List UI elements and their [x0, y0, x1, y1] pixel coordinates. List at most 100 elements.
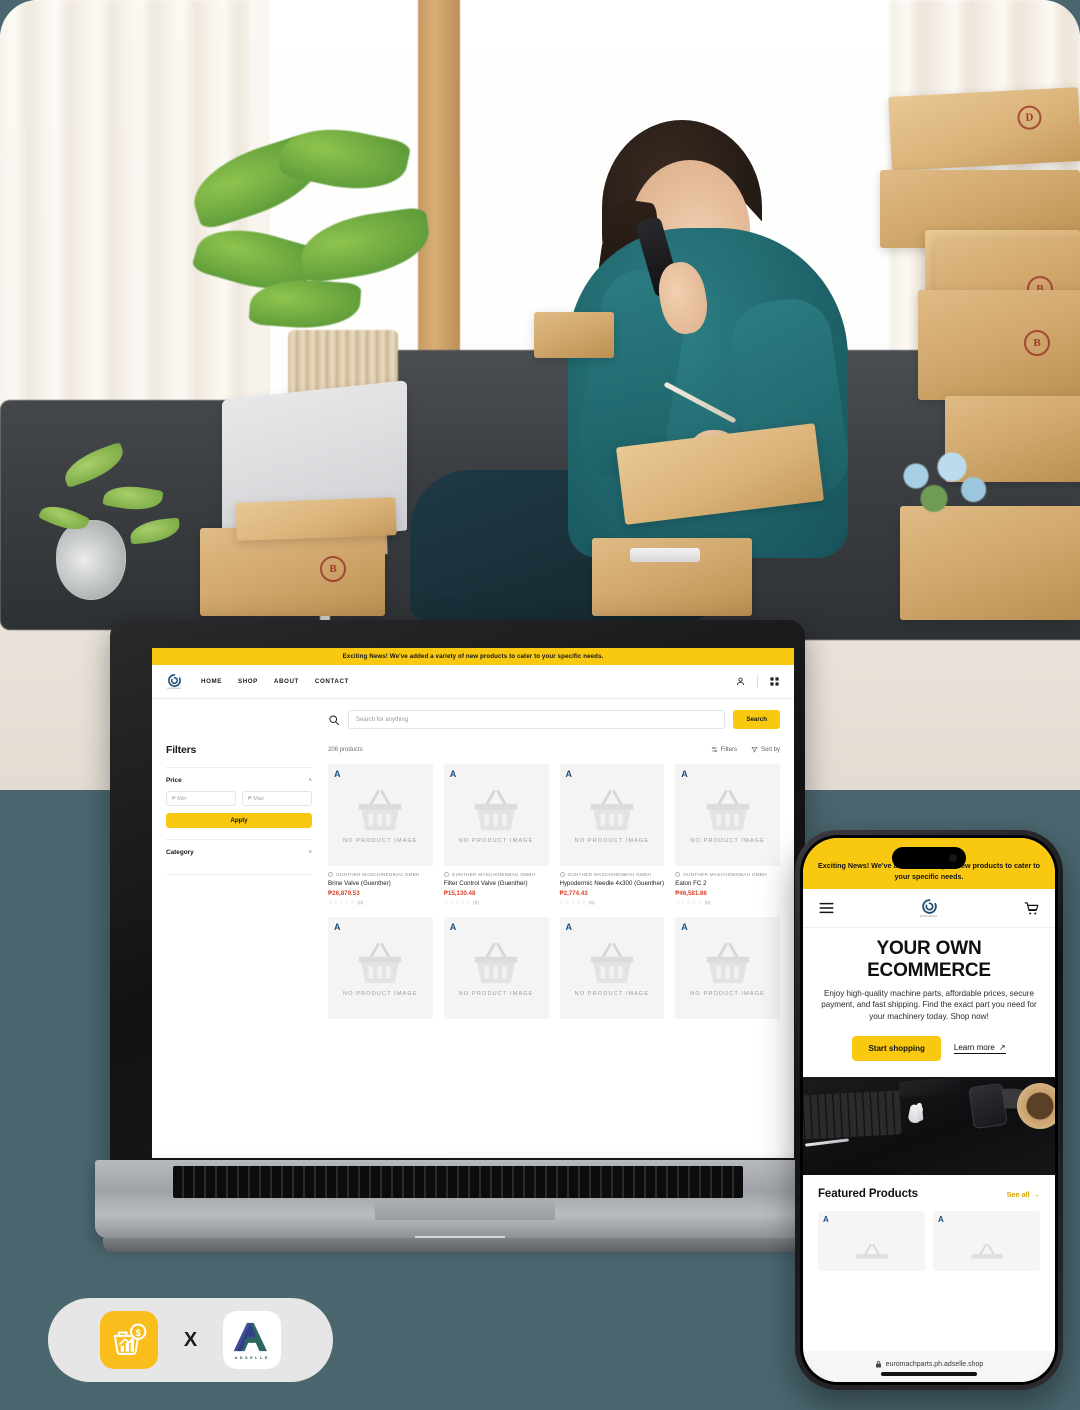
- user-icon[interactable]: [735, 676, 746, 687]
- site-logo[interactable]: EUROMACH: [166, 673, 183, 690]
- photo-box: B: [200, 528, 385, 616]
- product-meta: GUNTHER MASCHINENBAU GMBH Filter Control…: [443, 866, 549, 906]
- nav-item-shop[interactable]: SHOP: [238, 678, 258, 685]
- search-placeholder: Search for anything: [356, 716, 409, 723]
- basket-placeholder-icon: [855, 1244, 888, 1259]
- featured-products-header: Featured Products See all →: [803, 1175, 1055, 1200]
- nav-item-contact[interactable]: CONTACT: [315, 678, 349, 685]
- adselle-watermark-icon: A: [334, 769, 341, 779]
- product-card[interactable]: A NO PRODUCT IMAGE: [675, 764, 780, 906]
- adselle-wordmark: ADSELLE: [234, 1355, 270, 1360]
- laptop-trackpad: [375, 1202, 555, 1220]
- see-all-link[interactable]: See all →: [1007, 1190, 1040, 1199]
- photo-box: [534, 312, 614, 358]
- price-max-input[interactable]: ₱ Max: [242, 791, 312, 806]
- star-icon: ☆: [570, 900, 575, 907]
- product-rating: ☆ ☆ ☆ ☆ ☆ (0): [560, 900, 665, 906]
- product-card[interactable]: A NO PRODUCT IMAGE: [443, 917, 549, 1020]
- filters-control[interactable]: Filters: [711, 746, 737, 753]
- star-icon: ☆: [697, 900, 702, 907]
- product-price: ₱15,130.48: [443, 890, 476, 898]
- see-all-label: See all: [1006, 1189, 1030, 1199]
- phone-device: Exciting News! We've added a variety of …: [795, 830, 1063, 1390]
- phone-hero-heading-line1: YOUR OWN: [876, 938, 982, 960]
- no-image-label: NO PRODUCT IMAGE: [343, 991, 418, 998]
- partner-logos-pill: $ X ADSELLE: [48, 1298, 333, 1382]
- sliders-icon: [711, 746, 717, 753]
- product-rating: ☆ ☆ ☆ ☆ ☆ (0): [444, 900, 549, 906]
- product-image-placeholder: A NO PRODUCT IMAGE: [675, 917, 780, 1020]
- desk-tablet: [898, 1077, 962, 1098]
- laptop-lid: Exciting News! We've added a variety of …: [110, 620, 805, 1168]
- star-icon: ☆: [338, 900, 344, 907]
- star-icon: ☆: [328, 900, 333, 907]
- browser-url-bar[interactable]: euromachparts.ph.adselle.shop: [803, 1351, 1055, 1382]
- phone-screen: Exciting News! We've added a variety of …: [803, 838, 1055, 1382]
- sort-by-control[interactable]: Sort by: [751, 746, 780, 753]
- product-price: ₱26,879.53: [328, 890, 360, 898]
- phone-desk-image: [803, 1077, 1055, 1176]
- review-count: (0): [588, 900, 595, 906]
- phone-site-logo[interactable]: EUROMACH: [920, 898, 937, 918]
- featured-product-card[interactable]: A: [818, 1211, 925, 1272]
- product-card[interactable]: A NO PRODUCT IMAGE: [328, 764, 433, 906]
- no-image-label: NO PRODUCT IMAGE: [574, 991, 650, 998]
- no-image-label: NO PRODUCT IMAGE: [690, 991, 765, 998]
- product-meta: GUNTHER MASCHINENBAU GMBH Hypodermic Nee…: [559, 866, 665, 906]
- apply-filters-button[interactable]: Apply: [166, 813, 312, 828]
- product-name: Brine Valve (Guenther): [328, 880, 391, 887]
- search-input[interactable]: Search for anything: [348, 710, 726, 729]
- basket-placeholder-icon: [970, 1244, 1003, 1259]
- photo-box-badge: B: [320, 556, 346, 582]
- laptop-device: Exciting News! We've added a variety of …: [95, 620, 820, 1280]
- vendor-badge-icon: [443, 872, 449, 877]
- vendor-badge-icon: [675, 872, 681, 877]
- gear-circle-icon: [168, 674, 181, 687]
- price-range-inputs: ₱ Min ₱ Max: [166, 791, 312, 806]
- basket-placeholder-icon: [474, 943, 518, 984]
- review-count: (0): [473, 900, 480, 906]
- phone-hero-actions: Start shopping Learn more ↗: [816, 1036, 1042, 1062]
- star-icon: ☆: [575, 900, 581, 907]
- featured-product-card[interactable]: A: [933, 1211, 1040, 1272]
- nav-item-about[interactable]: ABOUT: [274, 678, 299, 685]
- product-card[interactable]: A NO PRODUCT IMAGE: [328, 917, 433, 1020]
- star-icon: ☆: [449, 900, 454, 907]
- learn-more-link[interactable]: Learn more ↗: [953, 1043, 1006, 1055]
- shopping-cart-icon[interactable]: [1024, 901, 1039, 916]
- product-card[interactable]: A NO PRODUCT IMAGE: [443, 764, 549, 906]
- product-rating: ☆ ☆ ☆ ☆ ☆ (0): [675, 900, 780, 906]
- nav-item-home[interactable]: HOME: [201, 678, 222, 685]
- product-image-placeholder: A NO PRODUCT IMAGE: [443, 917, 549, 1020]
- product-vendor: GUNTHER MASCHINENBAU GMBH: [559, 872, 665, 877]
- product-vendor: GUNTHER MASCHINENBAU GMBH: [328, 872, 433, 877]
- chevron-up-icon: ˄: [308, 777, 312, 784]
- filter-section-price[interactable]: Price ˄: [166, 768, 312, 791]
- product-name: Hypodermic Needle 4x300 (Guenther): [559, 880, 665, 887]
- product-price: ₱46,581.86: [675, 890, 707, 898]
- dynamic-island: [892, 847, 966, 869]
- vendor-name: GUNTHER MASCHINENBAU GMBH: [567, 872, 652, 877]
- price-min-input[interactable]: ₱ Min: [166, 791, 236, 806]
- product-card[interactable]: A NO PRODUCT IMAGE: [559, 917, 665, 1020]
- hamburger-menu-icon[interactable]: [819, 902, 834, 914]
- filter-section-category[interactable]: Category ˅: [166, 840, 312, 863]
- product-card[interactable]: A NO PRODUCT IMAGE: [559, 764, 665, 906]
- product-card[interactable]: A NO PRODUCT IMAGE: [675, 917, 780, 1020]
- product-grid-row-1: A NO PRODUCT IMAGE GUNTHER MASCHINENBAU …: [328, 764, 780, 906]
- filter-section-price-label: Price: [166, 777, 182, 784]
- phone-hero: YOUR OWN ECOMMERCE Enjoy high-quality ma…: [803, 928, 1055, 1077]
- star-icon: ☆: [443, 900, 449, 907]
- vendor-name: GUNTHER MASCHINENBAU GMBH: [451, 872, 536, 877]
- product-vendor: GUNTHER MASCHINENBAU GMBH: [675, 872, 780, 877]
- filters-title: Filters: [166, 744, 197, 756]
- nav-divider: [757, 675, 758, 688]
- start-shopping-button[interactable]: Start shopping: [852, 1036, 941, 1062]
- search-button[interactable]: Search: [733, 710, 780, 729]
- nav-right-actions: [735, 675, 780, 688]
- basket-placeholder-icon: [474, 789, 518, 831]
- photo-box-badge: B: [1024, 330, 1050, 356]
- learn-more-label: Learn more: [953, 1043, 995, 1053]
- adselle-watermark-icon: A: [565, 922, 573, 933]
- grid-apps-icon[interactable]: [769, 676, 780, 687]
